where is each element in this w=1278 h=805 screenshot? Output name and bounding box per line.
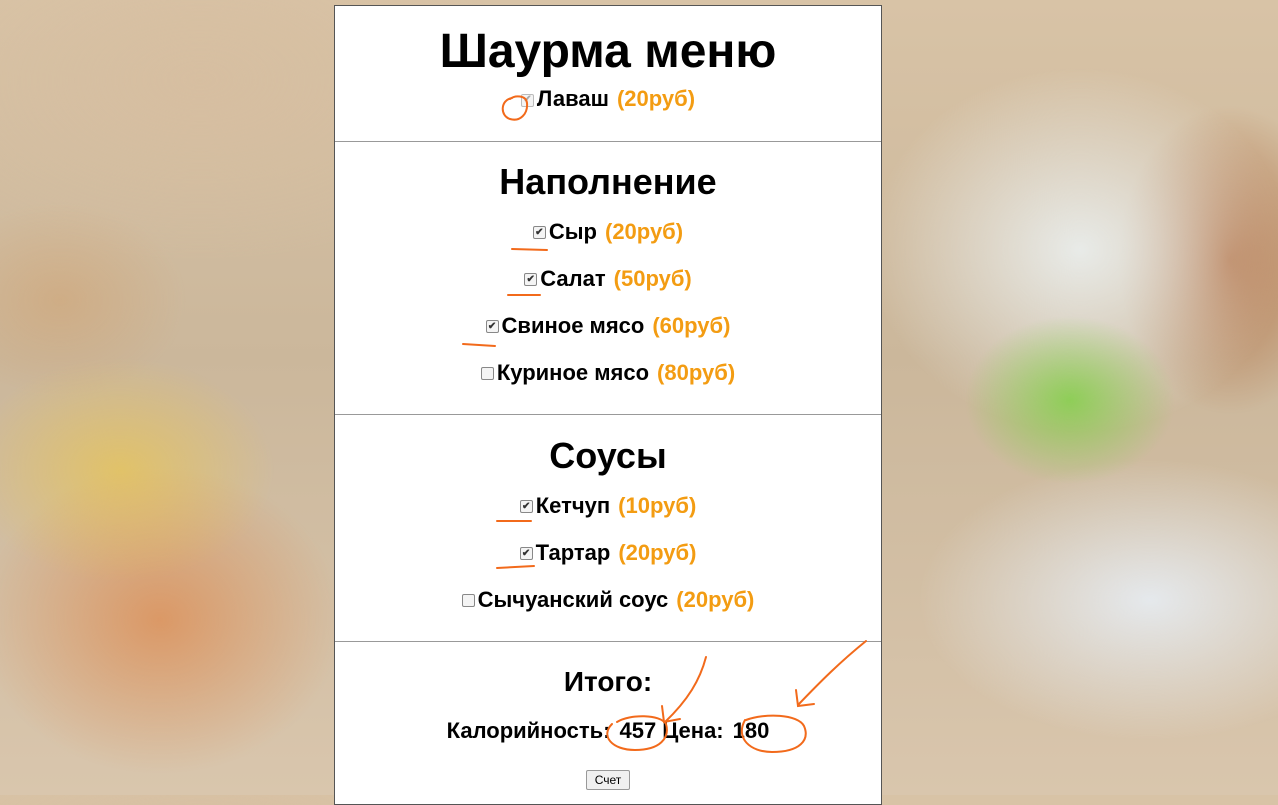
sauce-price: (20руб) (676, 586, 755, 612)
filling-price: (80руб) (657, 359, 736, 385)
fillings-section: Наполнение ✔ Сыр (20руб) ✔ Салат (50руб)… (335, 142, 881, 415)
filling-label: Сыр (548, 218, 597, 244)
fillings-heading: Наполнение (499, 161, 717, 202)
totals-row: Калорийность: 457 Цена: 180 (335, 718, 881, 744)
sauce-label: Сычуанский соус (477, 586, 669, 612)
price-label: Цена: (662, 718, 724, 743)
filling-item-chicken[interactable]: Куриное мясо (80руб) (335, 349, 881, 396)
filling-item-pork[interactable]: ✔ Свиное мясо (60руб) (335, 302, 881, 349)
filling-price: (50руб) (613, 265, 692, 291)
base-item-price: (20руб) (616, 86, 696, 111)
filling-item-cheese[interactable]: ✔ Сыр (20руб) (335, 208, 881, 255)
sauce-price: (10руб) (618, 492, 697, 518)
filling-item-salad[interactable]: ✔ Салат (50руб) (335, 255, 881, 302)
summary-section: Итого: Калорийность: 457 Цена: 180 Счет (335, 642, 881, 790)
price-value: 180 (732, 718, 770, 743)
sauce-label: Кетчуп (535, 492, 611, 518)
base-item-label: Лаваш (536, 86, 609, 111)
page-title: Шаурма меню (439, 25, 777, 78)
calories-label: Калорийность: (446, 718, 611, 743)
sauces-section: Соусы ✔ Кетчуп (10руб) ✔ Тартар (20руб) … (335, 415, 881, 642)
bill-button[interactable]: Счет (585, 770, 631, 790)
filling-label: Салат (540, 265, 606, 291)
tartar-checkbox[interactable]: ✔ (519, 547, 533, 560)
sauces-heading: Соусы (549, 435, 667, 476)
pork-checkbox[interactable]: ✔ (485, 320, 499, 333)
filling-label: Куриное мясо (496, 359, 650, 385)
filling-price: (60руб) (652, 312, 731, 338)
salad-checkbox[interactable]: ✔ (524, 273, 538, 286)
sichuan-checkbox[interactable] (461, 594, 475, 607)
menu-panel: Шаурма меню ✔ Лаваш (20руб) Наполнение ✔… (334, 5, 882, 805)
sauce-label: Тартар (535, 539, 611, 565)
sauce-item-sichuan[interactable]: Сычуанский соус (20руб) (335, 576, 881, 623)
ketchup-checkbox[interactable]: ✔ (519, 500, 533, 513)
lavash-checkbox[interactable]: ✔ (520, 93, 534, 107)
header-section: Шаурма меню ✔ Лаваш (20руб) (335, 6, 881, 142)
calories-value: 457 (619, 718, 657, 743)
sauce-item-tartar[interactable]: ✔ Тартар (20руб) (335, 529, 881, 576)
cheese-checkbox[interactable]: ✔ (532, 226, 546, 239)
summary-heading: Итого: (563, 666, 653, 697)
sauce-item-ketchup[interactable]: ✔ Кетчуп (10руб) (335, 482, 881, 529)
chicken-checkbox[interactable] (480, 367, 494, 380)
sauce-price: (20руб) (618, 539, 697, 565)
base-item-lavash[interactable]: ✔ Лаваш (20руб) (335, 82, 881, 116)
filling-label: Свиное мясо (501, 312, 645, 338)
filling-price: (20руб) (605, 218, 684, 244)
